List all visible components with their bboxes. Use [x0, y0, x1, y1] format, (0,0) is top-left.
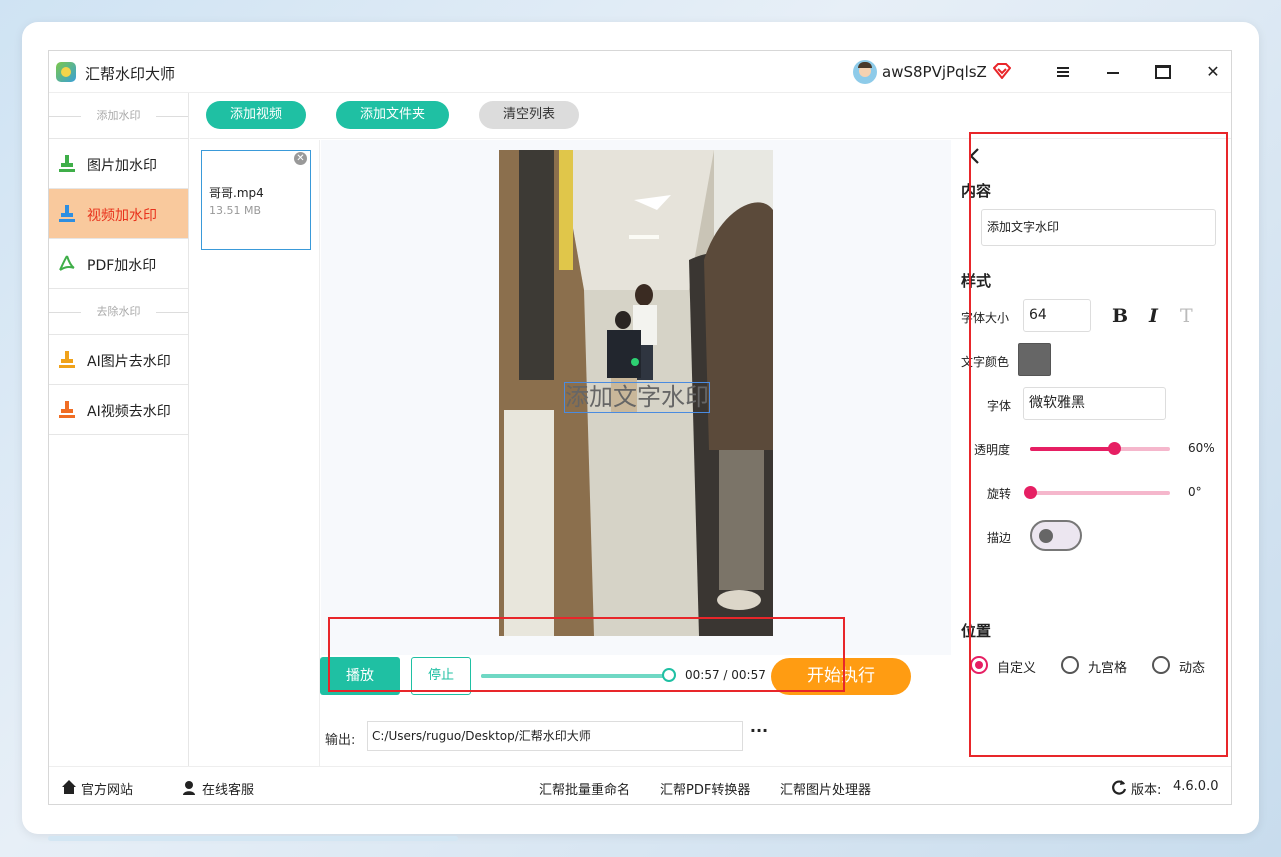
- rotate-label: 旋转: [987, 487, 1012, 501]
- rotate-value: 0°: [1188, 485, 1202, 499]
- refresh-icon[interactable]: [1111, 779, 1127, 795]
- sidebar-item-label: 图片加水印: [87, 158, 157, 174]
- add-video-button[interactable]: 添加视频: [206, 101, 306, 129]
- user-avatar[interactable]: [853, 60, 877, 84]
- settings-panel: 内容 添加文字水印 样式 字体大小 64 B I T 文字颜色 字体 微软雅黑 …: [952, 140, 1231, 766]
- watermark-text-overlay[interactable]: 添加文字水印: [564, 382, 710, 413]
- text-format-button[interactable]: T: [1180, 305, 1193, 327]
- sidebar-section-add: 添加水印: [49, 93, 188, 139]
- playback-time: 00:57 / 00:57: [685, 668, 766, 682]
- bold-button[interactable]: B: [1112, 305, 1128, 327]
- version-number: 4.6.0.0: [1173, 779, 1219, 794]
- online-support-link[interactable]: 在线客服: [202, 779, 254, 798]
- file-size: 13.51 MB: [209, 204, 262, 217]
- opacity-value: 60%: [1188, 441, 1215, 455]
- sidebar-item-ai-image-remove[interactable]: AI图片去水印: [49, 335, 188, 385]
- style-section-title: 样式: [961, 272, 992, 290]
- browse-output-button[interactable]: ···: [749, 723, 769, 743]
- footer-link-pdf[interactable]: 汇帮PDF转换器: [660, 779, 750, 798]
- maximize-icon[interactable]: [1151, 61, 1175, 83]
- add-folder-button[interactable]: 添加文件夹: [336, 101, 449, 129]
- app-title: 汇帮水印大师: [85, 65, 176, 83]
- stamp-icon: [59, 155, 75, 172]
- opacity-slider-fill: [1030, 447, 1114, 451]
- text-color-swatch[interactable]: [1018, 343, 1051, 376]
- close-icon[interactable]: ✕: [1201, 61, 1225, 83]
- background-scrollbar: [48, 836, 458, 841]
- support-icon[interactable]: [181, 779, 197, 795]
- pdf-icon: [59, 255, 75, 271]
- position-grid-label[interactable]: 九宫格: [1088, 657, 1127, 676]
- stamp-icon: [59, 205, 75, 222]
- play-button[interactable]: 播放: [320, 657, 400, 695]
- file-name: 哥哥.mp4: [209, 186, 264, 200]
- text-color-label: 文字颜色: [961, 355, 1010, 369]
- stamp-icon: [59, 401, 75, 418]
- position-dynamic-radio[interactable]: [1152, 656, 1170, 674]
- minimize-icon[interactable]: [1101, 61, 1125, 83]
- watermark-text-input[interactable]: 添加文字水印: [981, 209, 1216, 246]
- menu-icon[interactable]: [1051, 61, 1075, 83]
- position-custom-label[interactable]: 自定义: [997, 657, 1036, 676]
- sidebar-item-ai-video-remove[interactable]: AI视频去水印: [49, 385, 188, 435]
- footer-link-image[interactable]: 汇帮图片处理器: [780, 779, 871, 798]
- stroke-label: 描边: [987, 531, 1012, 545]
- file-list: ✕ 哥哥.mp4 13.51 MB: [190, 140, 320, 766]
- rotate-slider-handle[interactable]: [1024, 486, 1037, 499]
- sidebar-section-remove: 去除水印: [49, 289, 188, 335]
- app-logo-icon: [56, 62, 76, 82]
- position-section-title: 位置: [961, 622, 992, 640]
- sidebar-item-image-watermark[interactable]: 图片加水印: [49, 139, 188, 189]
- rotate-slider[interactable]: [1024, 486, 1170, 499]
- sidebar-item-label: 视频加水印: [87, 208, 157, 224]
- position-grid-radio[interactable]: [1061, 656, 1079, 674]
- opacity-slider[interactable]: [1030, 442, 1170, 455]
- start-button[interactable]: 开始执行: [771, 658, 911, 695]
- footer: 官方网站 在线客服 汇帮批量重命名 汇帮PDF转换器 汇帮图片处理器 版本: 4…: [49, 766, 1231, 804]
- font-label: 字体: [987, 399, 1012, 413]
- content-section-title: 内容: [961, 182, 992, 200]
- sidebar-item-label: AI视频去水印: [87, 404, 171, 420]
- sidebar-item-label: PDF加水印: [87, 258, 157, 274]
- footer-link-rename[interactable]: 汇帮批量重命名: [539, 779, 630, 798]
- progress-fill: [481, 674, 669, 678]
- sidebar-item-video-watermark[interactable]: 视频加水印: [49, 189, 188, 239]
- watermark-drag-handle[interactable]: [631, 358, 639, 366]
- stamp-icon: [59, 351, 75, 368]
- home-icon[interactable]: [61, 779, 77, 795]
- font-size-label: 字体大小: [961, 311, 1010, 325]
- output-path-field[interactable]: C:/Users/ruguo/Desktop/汇帮水印大师: [367, 721, 743, 751]
- italic-button[interactable]: I: [1149, 305, 1158, 327]
- video-preview: 添加文字水印: [321, 140, 951, 655]
- file-item[interactable]: ✕ 哥哥.mp4 13.51 MB: [201, 150, 311, 250]
- stroke-toggle-knob: [1039, 529, 1053, 543]
- title-bar: 汇帮水印大师 awS8PVjPqlsZ ✕: [49, 51, 1231, 93]
- position-custom-radio[interactable]: [970, 656, 988, 674]
- version-label: 版本:: [1131, 783, 1162, 798]
- toolbar: 添加视频 添加文件夹 清空列表: [190, 93, 1231, 139]
- font-size-input[interactable]: 64: [1023, 299, 1091, 332]
- sidebar: 添加水印 图片加水印 视频加水印 PDF加水印 去除水印 AI图片去水印 AI视…: [49, 93, 189, 766]
- vip-diamond-icon[interactable]: [993, 63, 1011, 79]
- stroke-toggle[interactable]: [1030, 520, 1082, 551]
- sidebar-item-label: AI图片去水印: [87, 354, 171, 370]
- opacity-slider-handle[interactable]: [1108, 442, 1121, 455]
- back-arrow-icon[interactable]: [968, 148, 980, 164]
- output-label: 输出:: [325, 733, 356, 748]
- username[interactable]: awS8PVjPqlsZ: [882, 63, 987, 81]
- playback-progress-bar[interactable]: [481, 668, 676, 682]
- official-website-link[interactable]: 官方网站: [81, 779, 133, 798]
- progress-handle[interactable]: [662, 668, 676, 682]
- font-family-select[interactable]: 微软雅黑: [1023, 387, 1166, 420]
- remove-file-icon[interactable]: ✕: [294, 152, 307, 165]
- sidebar-item-pdf-watermark[interactable]: PDF加水印: [49, 239, 188, 289]
- clear-list-button[interactable]: 清空列表: [479, 101, 579, 129]
- app-window: 汇帮水印大师 awS8PVjPqlsZ ✕ 添加水印 图片加水印 视频加水印 P…: [48, 50, 1232, 805]
- opacity-label: 透明度: [974, 443, 1011, 457]
- stop-button[interactable]: 停止: [411, 657, 471, 695]
- position-dynamic-label[interactable]: 动态: [1179, 657, 1205, 676]
